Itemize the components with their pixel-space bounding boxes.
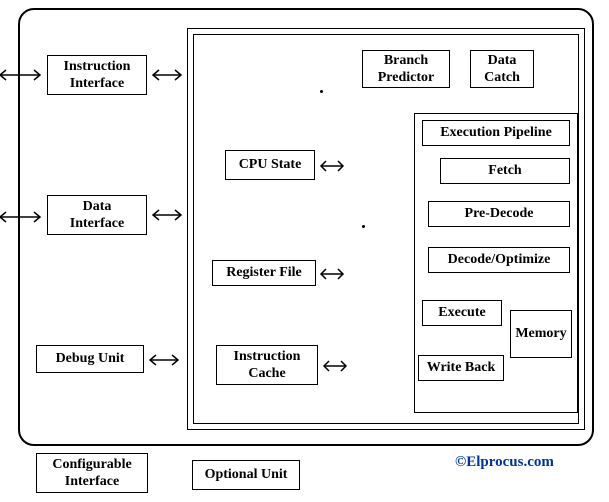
branch-predictor-box: BranchPredictor <box>362 50 450 88</box>
bidir-arrow-icon <box>317 267 347 281</box>
label: Fetch <box>488 162 521 180</box>
bidir-arrow-icon <box>320 359 350 373</box>
label: InstructionCache <box>234 348 301 383</box>
label: InstructionInterface <box>64 58 131 93</box>
label: Optional Unit <box>205 466 288 484</box>
fetch-box: Fetch <box>440 158 570 184</box>
pre-decode-box: Pre-Decode <box>428 201 570 227</box>
bidir-arrow-icon <box>0 210 44 224</box>
debug-unit-box: Debug Unit <box>36 345 144 373</box>
credit-text: ©Elprocus.com <box>455 454 554 471</box>
label: DataInterface <box>70 198 124 233</box>
label: DataCatch <box>484 52 520 87</box>
instruction-cache-box: InstructionCache <box>216 345 318 385</box>
optional-unit-legend: Optional Unit <box>192 460 300 490</box>
label: CPU State <box>239 156 302 174</box>
dot-icon <box>362 225 365 228</box>
dot-icon <box>320 90 323 93</box>
label: Write Back <box>427 359 496 377</box>
register-file-box: Register File <box>212 260 316 286</box>
label: BranchPredictor <box>378 52 435 87</box>
label: Execute <box>438 304 485 322</box>
label: Execution Pipeline <box>440 124 552 142</box>
label: Register File <box>226 264 302 282</box>
label: Memory <box>515 325 566 343</box>
label: ConfigurableInterface <box>52 456 131 491</box>
label: Pre-Decode <box>465 205 534 223</box>
label: Debug Unit <box>56 350 125 368</box>
bidir-arrow-icon <box>0 68 44 82</box>
bidir-arrow-icon <box>317 159 347 173</box>
data-catch-box: DataCatch <box>470 50 534 88</box>
execution-pipeline-box: Execution Pipeline <box>422 120 570 146</box>
bidir-arrow-icon <box>146 353 182 367</box>
bidir-arrow-icon <box>149 208 185 222</box>
decode-optimize-box: Decode/Optimize <box>428 247 570 273</box>
write-back-box: Write Back <box>418 355 504 381</box>
bidir-arrow-icon <box>149 68 185 82</box>
label: Decode/Optimize <box>448 251 551 269</box>
data-interface-box: DataInterface <box>47 195 147 235</box>
cpu-state-box: CPU State <box>225 150 315 180</box>
execute-box: Execute <box>422 300 502 326</box>
memory-box: Memory <box>510 310 572 358</box>
configurable-interface-legend: ConfigurableInterface <box>36 453 148 493</box>
instruction-interface-box: InstructionInterface <box>47 55 147 95</box>
